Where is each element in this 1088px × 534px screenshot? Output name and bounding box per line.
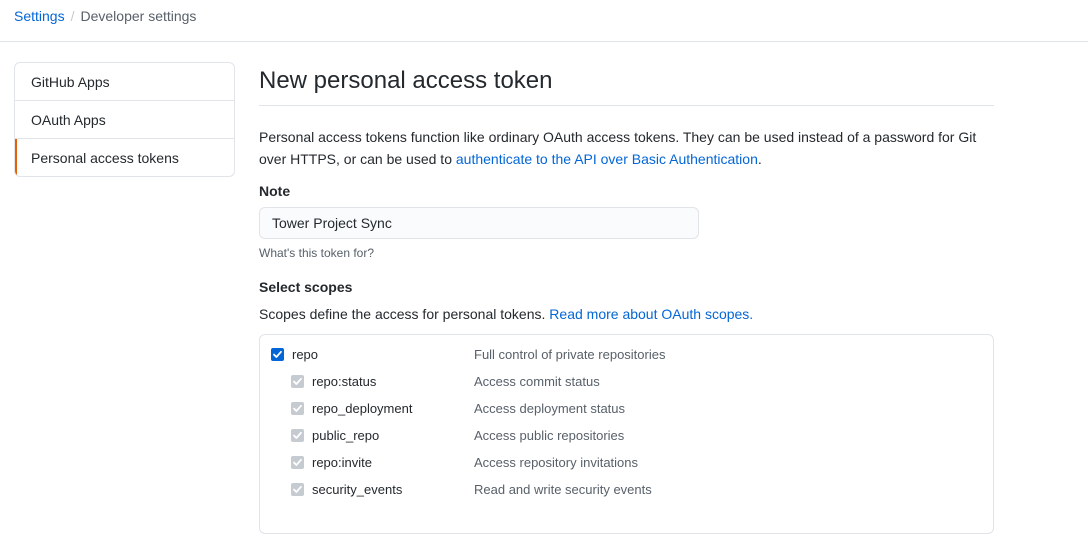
scope-row-repo-status: repo:status Access commit status: [260, 372, 993, 392]
breadcrumb: Settings / Developer settings: [14, 7, 196, 25]
breadcrumb-current: Developer settings: [80, 8, 197, 24]
main-content: New personal access token Personal acces…: [259, 62, 994, 534]
note-input[interactable]: [259, 207, 699, 239]
scope-checkbox-repo-deployment: [291, 402, 304, 415]
intro-end: .: [757, 151, 762, 167]
scope-row-public-repo: public_repo Access public repositories: [260, 426, 993, 446]
note-hint: What's this token for?: [259, 246, 375, 260]
oauth-scopes-link[interactable]: Read more about OAuth scopes.: [549, 306, 753, 322]
breadcrumb-separator: /: [70, 8, 75, 24]
scope-description: Full control of private repositories: [474, 347, 666, 362]
basic-auth-link[interactable]: authenticate to the API over Basic Authe…: [456, 151, 758, 167]
scopes-label: Select scopes: [259, 279, 353, 295]
developer-settings-sidebar: GitHub Apps OAuth Apps Personal access t…: [14, 62, 235, 177]
scope-name[interactable]: security_events: [312, 480, 402, 500]
scope-description: Access commit status: [474, 374, 600, 389]
scope-row-security-events: security_events Read and write security e…: [260, 480, 993, 500]
note-label: Note: [259, 183, 291, 199]
sidebar-item-oauth-apps[interactable]: OAuth Apps: [15, 101, 234, 139]
scopes-desc-text: Scopes define the access for personal to…: [259, 306, 546, 322]
scope-description: Access repository invitations: [474, 455, 639, 470]
scope-description: Access deployment status: [474, 401, 626, 416]
scope-checkbox-repo-status: [291, 375, 304, 388]
scope-name[interactable]: public_repo: [312, 426, 379, 446]
scopes-list: repo Full control of private repositories…: [259, 334, 994, 534]
intro-paragraph: Personal access tokens function like ord…: [259, 126, 994, 170]
scope-name[interactable]: repo_deployment: [312, 399, 412, 419]
scopes-description: Scopes define the access for personal to…: [259, 304, 753, 324]
scope-row-repo-deployment: repo_deployment Access deployment status: [260, 399, 993, 419]
scope-checkbox-repo-invite: [291, 456, 304, 469]
scope-row-repo: repo Full control of private repositories: [260, 345, 993, 365]
breadcrumb-settings-link[interactable]: Settings: [14, 8, 65, 24]
scope-description: Access public repositories: [474, 428, 625, 443]
scope-description: Read and write security events: [474, 482, 652, 497]
scope-checkbox-public-repo: [291, 429, 304, 442]
scope-name[interactable]: repo: [292, 345, 318, 365]
scope-checkbox-security-events: [291, 483, 304, 496]
scope-name[interactable]: repo:invite: [312, 453, 372, 473]
sidebar-item-personal-access-tokens[interactable]: Personal access tokens: [15, 139, 234, 176]
scope-row-repo-invite: repo:invite Access repository invitations: [260, 453, 993, 473]
page-title: New personal access token: [259, 62, 994, 106]
scope-checkbox-repo[interactable]: [271, 348, 284, 361]
scope-name[interactable]: repo:status: [312, 372, 376, 392]
sidebar-item-github-apps[interactable]: GitHub Apps: [15, 63, 234, 101]
top-bar: Settings / Developer settings: [0, 0, 1088, 42]
